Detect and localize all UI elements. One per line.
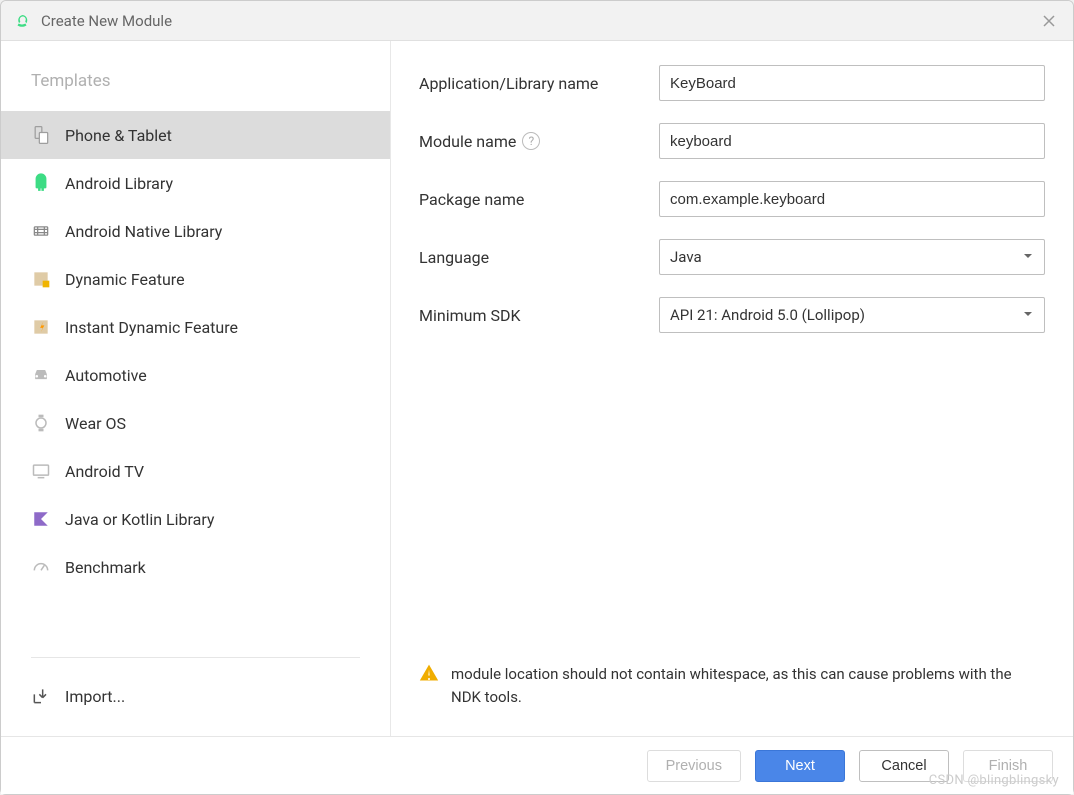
sidebar-item-label: Automotive <box>65 366 147 385</box>
create-module-dialog: Create New Module Templates Phone & Tabl… <box>0 0 1074 795</box>
sidebar-item-import[interactable]: Import... <box>1 668 390 736</box>
dynamic-feature-icon <box>31 269 51 289</box>
templates-sidebar: Templates Phone & Tablet Android Library <box>1 41 391 736</box>
cancel-button[interactable]: Cancel <box>859 750 949 782</box>
row-min-sdk: Minimum SDK API 21: Android 5.0 (Lollipo… <box>419 297 1045 333</box>
module-form: Application/Library name Module name ? P… <box>419 65 1045 655</box>
sidebar-item-benchmark[interactable]: Benchmark <box>1 543 390 591</box>
row-package-name: Package name <box>419 181 1045 217</box>
car-icon <box>31 365 51 385</box>
dialog-body: Templates Phone & Tablet Android Library <box>1 41 1073 736</box>
tv-icon <box>31 461 51 481</box>
sidebar-item-label: Android TV <box>65 462 144 481</box>
warning-icon <box>419 663 439 687</box>
android-icon <box>31 173 51 193</box>
label-language: Language <box>419 248 659 267</box>
input-app-name[interactable] <box>659 65 1045 101</box>
select-language-value: Java <box>670 248 702 266</box>
label-module-name: Module name ? <box>419 132 659 151</box>
input-module-name[interactable] <box>659 123 1045 159</box>
template-list: Phone & Tablet Android Library Android N… <box>1 111 390 647</box>
input-package-name[interactable] <box>659 181 1045 217</box>
chevron-down-icon <box>1022 306 1034 324</box>
select-min-sdk-value: API 21: Android 5.0 (Lollipop) <box>670 306 865 324</box>
row-module-name: Module name ? <box>419 123 1045 159</box>
sidebar-item-android-tv[interactable]: Android TV <box>1 447 390 495</box>
sidebar-divider <box>31 657 360 658</box>
sidebar-item-phone-tablet[interactable]: Phone & Tablet <box>1 111 390 159</box>
sidebar-item-instant-dynamic[interactable]: Instant Dynamic Feature <box>1 303 390 351</box>
sidebar-item-label: Benchmark <box>65 558 146 577</box>
chevron-down-icon <box>1022 248 1034 266</box>
sidebar-item-label: Phone & Tablet <box>65 126 172 145</box>
sidebar-item-label: Wear OS <box>65 414 126 433</box>
warning-text: module location should not contain white… <box>451 663 1045 708</box>
kotlin-icon <box>31 509 51 529</box>
label-app-name: Application/Library name <box>419 74 659 93</box>
close-icon[interactable] <box>1037 9 1061 33</box>
sidebar-item-wear-os[interactable]: Wear OS <box>1 399 390 447</box>
window-title: Create New Module <box>41 12 172 30</box>
android-studio-icon <box>13 12 31 30</box>
label-package-name: Package name <box>419 190 659 209</box>
help-icon[interactable]: ? <box>522 132 540 150</box>
sidebar-item-java-kotlin-library[interactable]: Java or Kotlin Library <box>1 495 390 543</box>
phone-tablet-icon <box>31 125 51 145</box>
sidebar-item-label: Dynamic Feature <box>65 270 185 289</box>
native-lib-icon <box>31 221 51 241</box>
instant-dynamic-icon <box>31 317 51 337</box>
sidebar-item-android-library[interactable]: Android Library <box>1 159 390 207</box>
titlebar: Create New Module <box>1 1 1073 41</box>
row-app-name: Application/Library name <box>419 65 1045 101</box>
previous-button[interactable]: Previous <box>647 750 741 782</box>
sidebar-item-dynamic-feature[interactable]: Dynamic Feature <box>1 255 390 303</box>
finish-button[interactable]: Finish <box>963 750 1053 782</box>
next-button[interactable]: Next <box>755 750 845 782</box>
main-panel: Application/Library name Module name ? P… <box>391 41 1073 736</box>
select-min-sdk[interactable]: API 21: Android 5.0 (Lollipop) <box>659 297 1045 333</box>
dialog-footer: Previous Next Cancel Finish <box>1 736 1073 794</box>
sidebar-item-label: Java or Kotlin Library <box>65 510 214 529</box>
sidebar-item-native-library[interactable]: Android Native Library <box>1 207 390 255</box>
row-language: Language Java <box>419 239 1045 275</box>
import-icon <box>31 686 51 706</box>
select-language[interactable]: Java <box>659 239 1045 275</box>
benchmark-icon <box>31 557 51 577</box>
watch-icon <box>31 413 51 433</box>
sidebar-item-label: Android Library <box>65 174 173 193</box>
import-label: Import... <box>65 687 125 706</box>
sidebar-item-automotive[interactable]: Automotive <box>1 351 390 399</box>
sidebar-heading: Templates <box>1 61 390 111</box>
label-min-sdk: Minimum SDK <box>419 306 659 325</box>
sidebar-item-label: Instant Dynamic Feature <box>65 318 238 337</box>
warning-message: module location should not contain white… <box>419 655 1045 726</box>
sidebar-item-label: Android Native Library <box>65 222 222 241</box>
